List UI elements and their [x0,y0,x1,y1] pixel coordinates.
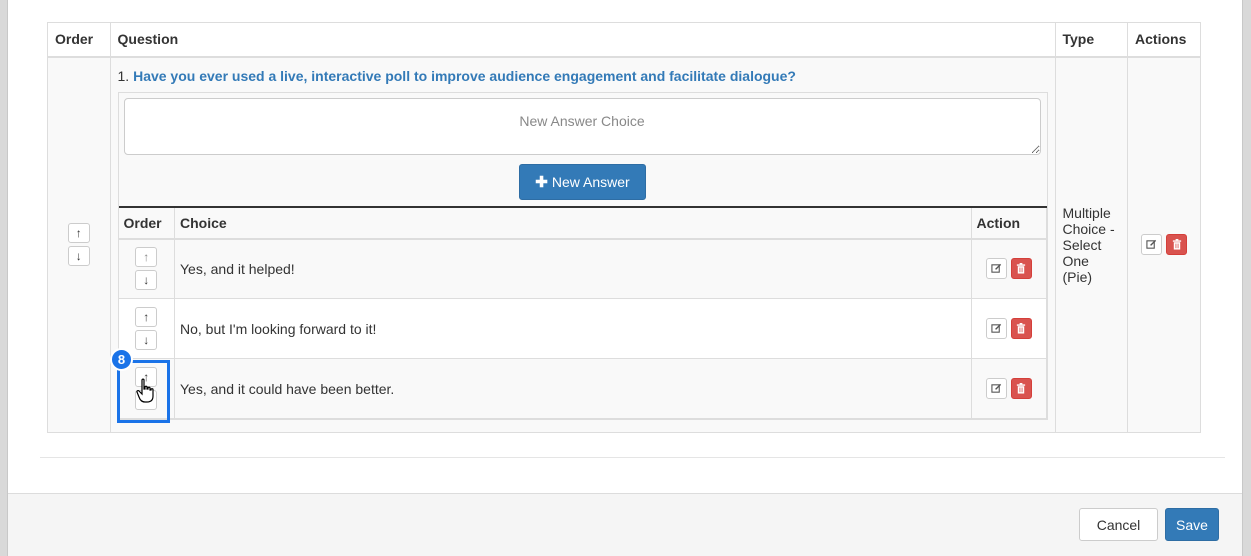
cancel-button[interactable]: Cancel [1079,508,1158,541]
question-actions-cell [1127,56,1201,433]
arrow-down-icon: ↓ [143,273,150,288]
choice-move-up-button[interactable]: ↑ [135,247,158,268]
new-answer-button[interactable]: ✚ New Answer [519,163,646,200]
edit-icon [990,323,1001,333]
plus-icon: ✚ [535,173,548,191]
question-header: Question [109,22,1056,58]
choices-table: Order Choice Action ↑ ↓ Yes, and it help… [118,205,1047,419]
answer-editor-panel: ✚ New Answer Order Choice Action [117,91,1048,420]
choice-move-down-button[interactable]: ↓ [135,330,158,350]
choice-action-header: Action [970,206,1047,240]
delete-question-button[interactable] [1166,234,1188,256]
edit-icon [990,264,1001,273]
question-cell: 1. Have you ever used a live, interactiv… [109,56,1056,433]
modal-footer: Cancel Save [8,493,1242,556]
choice-row: ↑ ↓ No, but I'm looking forward to it! [118,298,1047,359]
arrow-down-icon: ↓ [143,333,150,347]
choice-row: ↑ ↓ Yes, and it helped! [118,238,1047,299]
order-header: Order [47,22,111,58]
panel-divider [40,457,1225,458]
question-move-down-button[interactable]: ↓ [67,246,90,267]
trash-icon [1016,323,1026,334]
type-header: Type [1054,22,1129,58]
edit-choice-button[interactable] [985,318,1007,339]
choice-row: ↑ Yes, and it could have been better. [118,358,1047,419]
hand-cursor-icon [136,378,154,403]
choice-header: Choice [174,206,972,240]
questions-table: Order Question Type Actions ↑ ↓ 1. Have … [47,22,1201,433]
question-order-cell: ↑ ↓ [47,56,111,433]
step-badge: 8 [110,348,133,371]
save-button[interactable]: Save [1165,508,1219,541]
delete-choice-button[interactable] [1010,258,1032,280]
edit-choice-button[interactable] [985,258,1007,280]
delete-choice-button[interactable] [1010,318,1032,339]
choice-move-down-button[interactable]: ↓ [135,270,158,291]
question-title: 1. Have you ever used a live, interactiv… [117,67,796,84]
edit-question-button[interactable] [1141,234,1163,256]
trash-icon [1016,383,1026,394]
choice-text: Yes, and it could have been better. [174,358,972,419]
arrow-up-icon: ↑ [75,226,82,241]
edit-icon [1146,240,1157,249]
edit-choice-button[interactable] [985,378,1007,399]
arrow-down-icon: ↓ [75,249,82,264]
question-row: ↑ ↓ 1. Have you ever used a live, intera… [47,56,1201,433]
arrow-up-icon: ↑ [143,250,150,265]
arrow-up-icon: ↑ [143,310,150,324]
actions-header: Actions [1127,22,1201,58]
choice-order-header: Order [118,206,175,240]
edit-icon [990,383,1001,393]
new-answer-choice-input[interactable] [123,97,1041,155]
choice-text: Yes, and it helped! [174,238,972,299]
question-text: Have you ever used a live, interactive p… [133,67,796,84]
trash-icon [1016,263,1026,274]
delete-choice-button[interactable] [1010,378,1032,399]
question-move-up-button[interactable]: ↑ [67,223,90,244]
question-type-cell: Multiple Choice - Select One (Pie) [1054,56,1129,433]
trash-icon [1172,239,1181,250]
choice-text: No, but I'm looking forward to it! [174,298,972,359]
choice-move-up-button[interactable]: ↑ [135,307,158,327]
